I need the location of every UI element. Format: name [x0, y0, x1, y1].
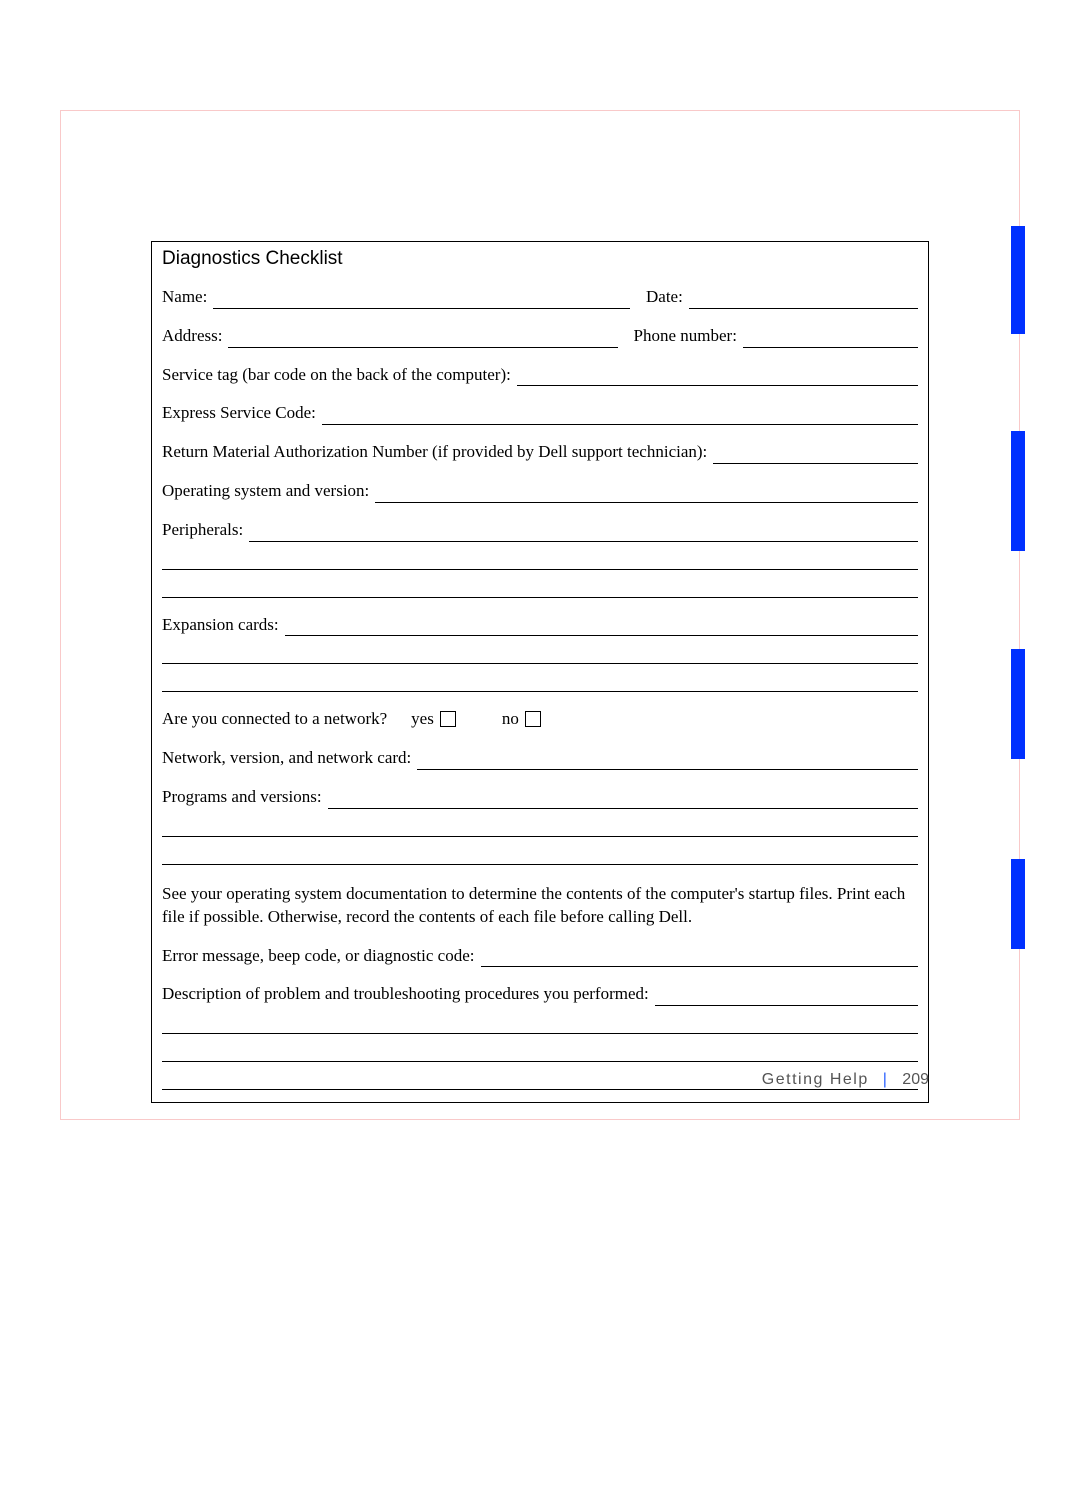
thumb-tab	[1011, 226, 1025, 334]
thumb-tab	[1011, 859, 1025, 949]
address-blank	[228, 333, 617, 348]
network-card-label: Network, version, and network card:	[162, 746, 411, 770]
address-label: Address:	[162, 324, 222, 348]
name-label: Name:	[162, 285, 207, 309]
peripherals-label: Peripherals:	[162, 518, 243, 542]
date-label: Date:	[646, 285, 683, 309]
description-blank	[655, 991, 918, 1006]
programs-label: Programs and versions:	[162, 785, 322, 809]
description-line	[162, 1041, 918, 1062]
network-card-blank	[417, 755, 918, 770]
phone-label: Phone number:	[634, 324, 737, 348]
yes-label: yes	[411, 707, 434, 731]
service-tag-blank	[517, 371, 918, 386]
os-label: Operating system and version:	[162, 479, 369, 503]
description-label: Description of problem and troubleshooti…	[162, 982, 649, 1006]
peripherals-line	[162, 549, 918, 570]
error-blank	[481, 952, 919, 967]
service-tag-label: Service tag (bar code on the back of the…	[162, 363, 511, 387]
thumb-tab	[1011, 649, 1025, 759]
description-line	[162, 1013, 918, 1034]
yes-checkbox[interactable]	[440, 711, 456, 727]
thumb-tab	[1011, 431, 1025, 551]
peripherals-blank	[249, 527, 918, 542]
error-label: Error message, beep code, or diagnostic …	[162, 944, 475, 968]
programs-blank	[328, 794, 918, 809]
programs-line	[162, 844, 918, 865]
expansion-blank	[285, 621, 918, 636]
expansion-label: Expansion cards:	[162, 613, 279, 637]
document-page: Diagnostics Checklist Name: Date: Addres…	[60, 110, 1020, 1120]
rma-blank	[713, 449, 918, 464]
os-blank	[375, 488, 918, 503]
no-checkbox[interactable]	[525, 711, 541, 727]
programs-line	[162, 816, 918, 837]
form-title: Diagnostics Checklist	[162, 248, 918, 270]
expansion-line	[162, 643, 918, 664]
peripherals-line	[162, 577, 918, 598]
express-code-blank	[322, 410, 918, 425]
network-question: Are you connected to a network?	[162, 707, 387, 731]
expansion-line	[162, 671, 918, 692]
name-blank	[213, 294, 630, 309]
diagnostics-checklist-box: Diagnostics Checklist Name: Date: Addres…	[151, 241, 929, 1103]
rma-label: Return Material Authorization Number (if…	[162, 440, 707, 464]
footer-page-number: 209	[902, 1071, 929, 1088]
no-label: no	[502, 707, 519, 731]
phone-blank	[743, 333, 918, 348]
footer-section: Getting Help	[762, 1071, 869, 1088]
page-footer: Getting Help | 209	[762, 1071, 929, 1089]
express-code-label: Express Service Code:	[162, 401, 316, 425]
startup-note: See your operating system documentation …	[162, 883, 918, 929]
footer-separator: |	[883, 1071, 889, 1088]
date-blank	[689, 294, 918, 309]
